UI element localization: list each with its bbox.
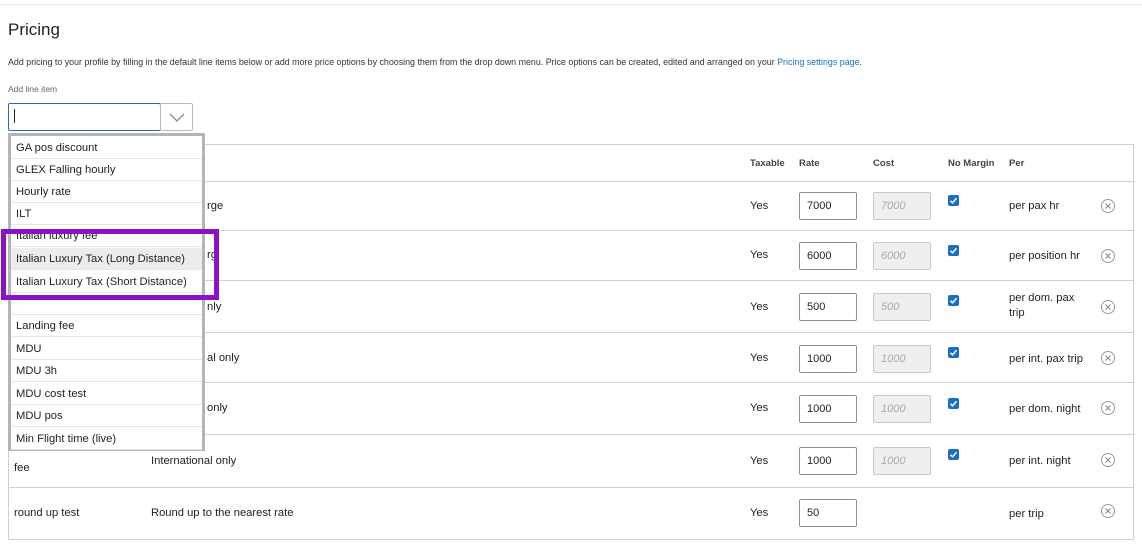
dropdown-option[interactable]: ILT xyxy=(11,203,202,225)
no-margin-checkbox[interactable] xyxy=(948,295,959,306)
add-line-item-input[interactable] xyxy=(8,103,161,131)
row-taxable: Yes xyxy=(750,352,769,364)
row-description: Round up to the nearest rate xyxy=(151,507,294,519)
chevron-down-icon xyxy=(169,113,184,122)
row-taxable: Yes xyxy=(750,249,769,261)
check-icon xyxy=(949,197,958,204)
remove-row-button[interactable] xyxy=(1101,199,1115,213)
remove-row-button[interactable] xyxy=(1101,504,1115,518)
no-margin-checkbox[interactable] xyxy=(948,195,959,206)
cost-input: 7000 xyxy=(873,192,931,220)
top-divider xyxy=(0,4,1142,5)
dropdown-option[interactable]: Hourly rate xyxy=(11,181,202,203)
row-per: per int. night xyxy=(1009,455,1071,467)
row-per: per int. pax trip xyxy=(1009,353,1083,365)
no-margin-checkbox[interactable] xyxy=(948,398,959,409)
remove-row-button[interactable] xyxy=(1101,249,1115,263)
page-title: Pricing xyxy=(8,20,60,39)
row-description: al only xyxy=(207,352,240,364)
close-icon xyxy=(1105,203,1111,209)
check-icon xyxy=(949,297,958,304)
no-margin-checkbox[interactable] xyxy=(948,245,959,256)
close-icon xyxy=(1105,355,1111,361)
rate-input[interactable]: 7000 xyxy=(799,192,857,220)
check-icon xyxy=(949,349,958,356)
dropdown-option[interactable]: MDU xyxy=(11,338,202,360)
row-description: only xyxy=(207,402,228,414)
remove-row-button[interactable] xyxy=(1101,401,1115,415)
intro-body: Add pricing to your profile by filling i… xyxy=(8,57,778,67)
row-taxable: Yes xyxy=(750,200,769,212)
cost-input: 1000 xyxy=(873,345,931,373)
rate-input[interactable]: 50 xyxy=(799,499,857,527)
row-per: per dom. pax trip xyxy=(1009,292,1075,319)
close-icon xyxy=(1105,457,1111,463)
cost-input: 1000 xyxy=(873,447,931,475)
header-taxable: Taxable xyxy=(750,158,785,169)
row-taxable: Yes xyxy=(750,455,769,467)
intro-text: Add pricing to your profile by filling i… xyxy=(8,57,862,67)
row-name: fee xyxy=(14,462,30,474)
row-per: per pax hr xyxy=(1009,200,1060,212)
add-line-item-label: Add line item xyxy=(8,84,58,94)
row-taxable: Yes xyxy=(750,301,769,313)
close-icon xyxy=(1105,253,1111,259)
add-line-item-combobox[interactable] xyxy=(8,103,193,133)
check-icon xyxy=(949,400,958,407)
close-icon xyxy=(1105,304,1111,310)
rate-input[interactable]: 1000 xyxy=(799,447,857,475)
dropdown-option[interactable]: Min Flight time (live) xyxy=(11,428,202,450)
pricing-settings-link[interactable]: Pricing settings page xyxy=(777,57,859,67)
cost-input: 1000 xyxy=(873,395,931,423)
rate-input[interactable]: 1000 xyxy=(799,395,857,423)
rate-input[interactable]: 1000 xyxy=(799,345,857,373)
row-per: per dom. night xyxy=(1009,403,1081,415)
dropdown-option[interactable]: GA pos discount xyxy=(11,137,202,159)
header-no-margin: No Margin xyxy=(948,158,995,169)
text-cursor xyxy=(14,109,15,123)
rate-input[interactable]: 6000 xyxy=(799,242,857,270)
remove-row-button[interactable] xyxy=(1101,351,1115,365)
no-margin-checkbox[interactable] xyxy=(948,347,959,358)
remove-row-button[interactable] xyxy=(1101,300,1115,314)
header-rate: Rate xyxy=(799,158,820,169)
row-per: per trip xyxy=(1009,508,1044,520)
row-name: round up test xyxy=(14,507,80,519)
close-icon xyxy=(1105,405,1111,411)
row-taxable: Yes xyxy=(750,507,769,519)
row-description: International only xyxy=(151,455,237,467)
dropdown-option[interactable]: Landing fee xyxy=(11,315,202,337)
check-icon xyxy=(949,451,958,458)
dropdown-option[interactable]: MDU pos xyxy=(11,405,202,427)
check-icon xyxy=(949,247,958,254)
header-per: Per xyxy=(1009,158,1025,169)
row-per: per position hr xyxy=(1009,250,1080,262)
row-taxable: Yes xyxy=(750,402,769,414)
dropdown-option[interactable]: MDU 3h xyxy=(11,360,202,382)
dropdown-option[interactable]: MDU cost test xyxy=(11,383,202,405)
no-margin-checkbox[interactable] xyxy=(948,449,959,460)
cost-input: 6000 xyxy=(873,242,931,270)
row-divider xyxy=(8,487,1134,488)
cost-input: 500 xyxy=(873,293,931,321)
row-description: nly xyxy=(207,301,222,313)
header-cost: Cost xyxy=(873,158,895,169)
intro-end: . xyxy=(859,57,862,67)
combo-toggle-button[interactable] xyxy=(160,103,193,131)
dropdown-option[interactable]: GLEX Falling hourly xyxy=(11,159,202,181)
remove-row-button[interactable] xyxy=(1101,453,1115,467)
highlight-box xyxy=(1,229,219,300)
row-description: rge xyxy=(207,200,224,212)
rate-input[interactable]: 500 xyxy=(799,293,857,321)
close-icon xyxy=(1105,508,1111,514)
